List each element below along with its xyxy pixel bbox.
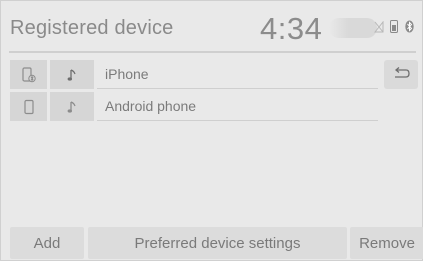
device-name: Android phone (105, 98, 197, 114)
header-divider (9, 51, 416, 53)
device-row-android[interactable]: Android phone (10, 92, 378, 121)
bluetooth-icon (405, 20, 414, 38)
preferred-device-settings-button[interactable]: Preferred device settings (88, 227, 347, 259)
device-connect-button[interactable] (10, 92, 47, 121)
device-name: iPhone (105, 66, 149, 82)
back-button[interactable] (384, 60, 418, 89)
add-button[interactable]: Add (10, 227, 84, 259)
phone-battery-icon (390, 20, 398, 38)
no-signal-icon (373, 20, 384, 38)
remove-button[interactable]: Remove (350, 227, 423, 259)
device-name-cell[interactable]: iPhone (97, 60, 378, 89)
device-connect-button[interactable] (10, 60, 47, 89)
audio-connect-button[interactable] (50, 92, 94, 121)
status-area (329, 18, 377, 38)
device-name-cell[interactable]: Android phone (97, 92, 378, 121)
registered-device-screen: Registered device 4:34 iPhone Android ph… (0, 0, 423, 261)
device-row-iphone[interactable]: iPhone (10, 60, 378, 89)
clock: 4:34 (260, 11, 323, 46)
page-title: Registered device (10, 17, 174, 39)
audio-connect-button[interactable] (50, 60, 94, 89)
